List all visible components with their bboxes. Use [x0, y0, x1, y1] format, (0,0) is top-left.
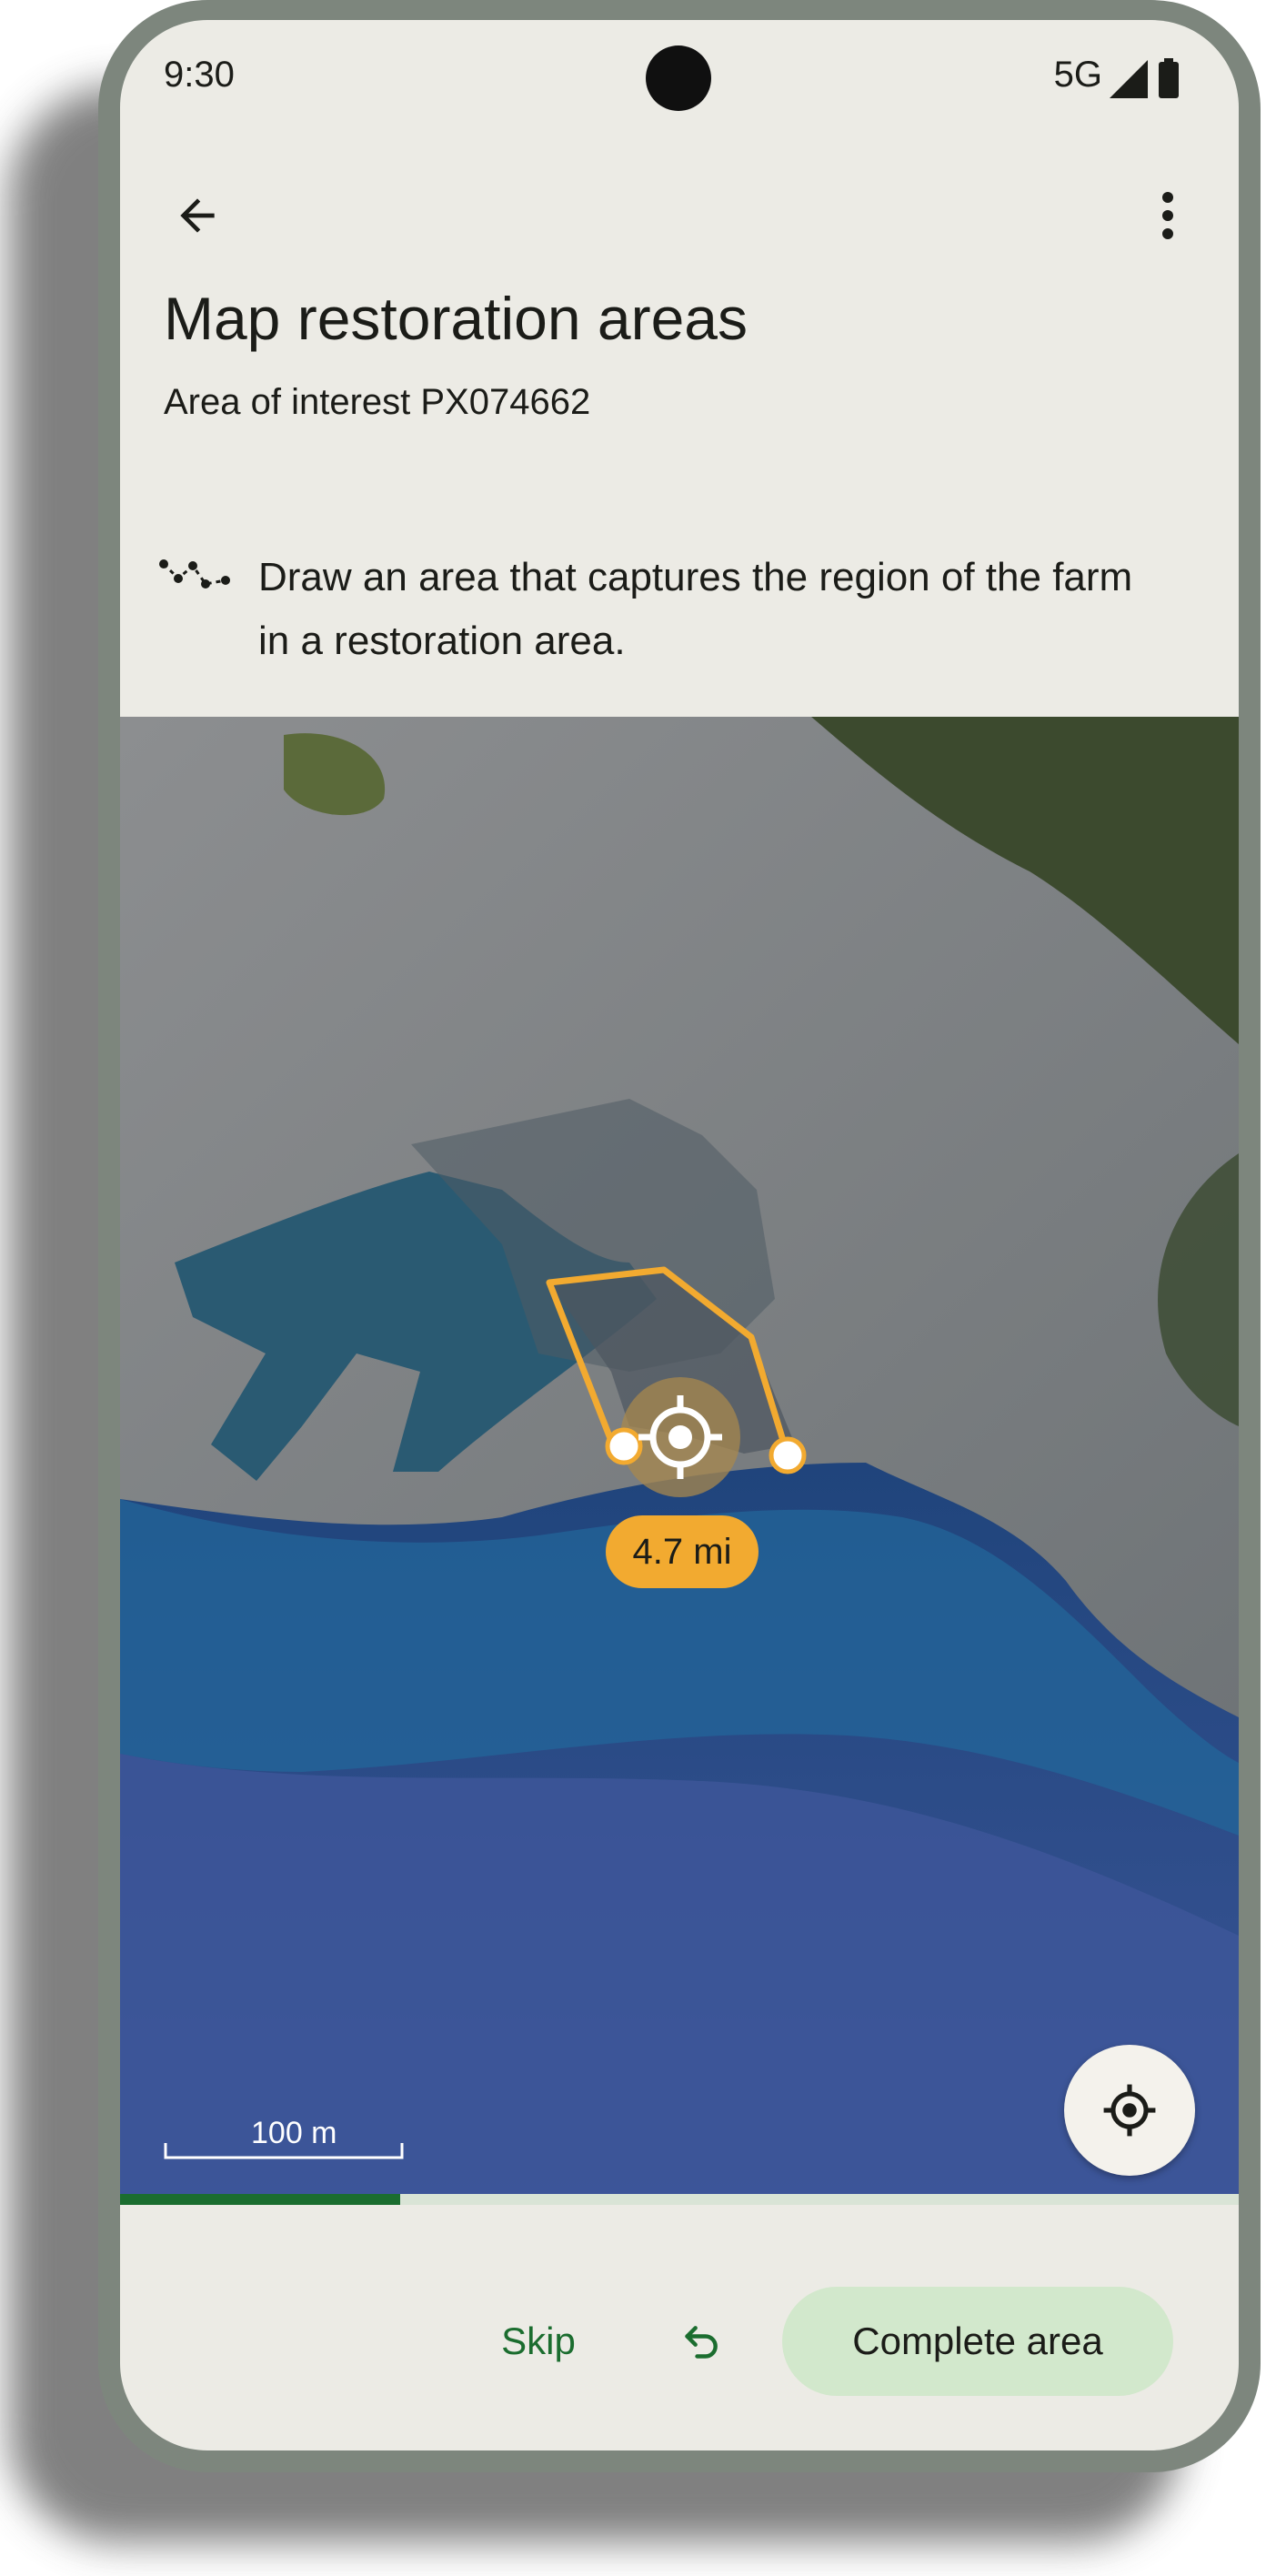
satellite-map[interactable] — [120, 717, 1239, 2194]
arrow-back-icon — [180, 198, 215, 233]
battery-icon — [1159, 58, 1179, 98]
complete-area-button[interactable]: Complete area — [782, 2287, 1173, 2396]
vertex-handle[interactable] — [769, 1436, 807, 1474]
signal-icon — [1110, 60, 1148, 98]
network-label: 5G — [1053, 55, 1102, 95]
progress-track — [120, 2194, 1239, 2205]
app-screen: 9:30 5G Map restoration areas Area of in… — [120, 20, 1239, 2450]
my-location-icon — [1103, 2084, 1156, 2137]
undo-icon — [685, 2326, 718, 2359]
my-location-button[interactable] — [1064, 2045, 1195, 2176]
draw-polygon-icon — [159, 559, 230, 589]
map-imagery — [120, 717, 1239, 2194]
more-vert-icon — [1162, 192, 1173, 239]
area-subtitle: Area of interest PX074662 — [164, 382, 591, 422]
skip-button[interactable]: Skip — [475, 2305, 602, 2378]
back-button[interactable] — [156, 175, 238, 257]
page-title: Map restoration areas — [164, 285, 748, 352]
instruction-text: Draw an area that captures the region of… — [258, 555, 1133, 663]
more-options-button[interactable] — [1140, 175, 1195, 257]
camera-cutout — [646, 45, 711, 111]
undo-button[interactable] — [666, 2305, 738, 2378]
status-time: 9:30 — [164, 55, 235, 95]
progress-fill — [120, 2194, 400, 2205]
distance-badge: 4.7 mi — [606, 1515, 759, 1588]
vertex-handle[interactable] — [605, 1427, 643, 1465]
scale-label: 100 m — [251, 2116, 337, 2150]
